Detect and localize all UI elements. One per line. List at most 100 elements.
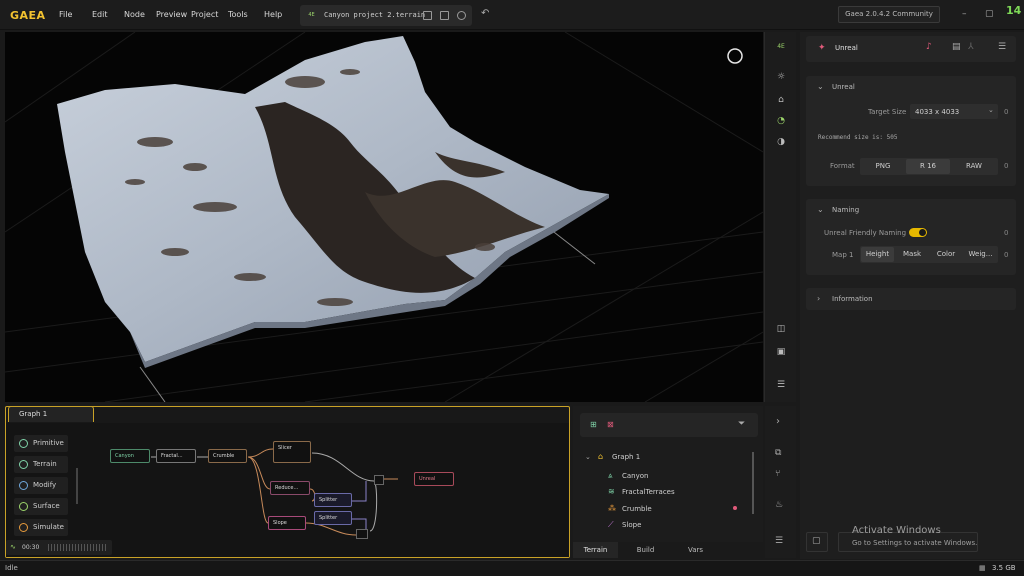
friendly-naming-toggle[interactable] [909, 228, 927, 237]
crumble-icon: ⁂ [608, 504, 616, 513]
tree-item-fractal[interactable]: FractalTerraces [622, 488, 675, 496]
slope-icon: ⟋ [608, 520, 614, 529]
map-mask[interactable]: Mask [895, 250, 929, 258]
3d-viewport[interactable] [5, 32, 763, 402]
bottom-tool-1[interactable]: ▢ [806, 532, 828, 552]
terraces-icon: ≋ [608, 487, 615, 496]
chevron-right-icon[interactable]: › [817, 294, 820, 303]
map-override[interactable]: 0 [1004, 251, 1008, 259]
viewport-menu-icon[interactable]: ☰ [774, 378, 788, 392]
tab-terrain[interactable]: Terrain [573, 542, 618, 558]
menu-file[interactable]: File [59, 10, 72, 19]
lighting-icon[interactable]: ⌂ [774, 93, 788, 107]
menu-node[interactable]: Node [124, 10, 145, 19]
format-r16[interactable]: R 16 [906, 159, 950, 174]
node-splitter-2[interactable]: Splitter [314, 511, 352, 525]
information-section[interactable]: › Information [806, 288, 1016, 310]
unreal-node-icon: ✦ [818, 43, 826, 53]
graph-canvas[interactable]: Primitive Terrain Modify Surface Simulat… [6, 423, 569, 557]
terrain-file-icon: 4E [308, 12, 315, 18]
chevron-down-icon[interactable]: ⌄ [585, 453, 591, 461]
tab-build[interactable]: Build [618, 542, 673, 558]
preview-icon[interactable]: ▤ [952, 42, 961, 52]
port-icon[interactable]: ♪ [926, 42, 932, 52]
unreal-section: ⌄ Unreal Target Size 4033 x 4033 ⌄ 0 Rec… [806, 76, 1016, 186]
node-splitter-1[interactable]: Splitter [314, 493, 352, 507]
app-logo: GAEA [10, 9, 46, 22]
minimize-icon[interactable]: – [962, 9, 967, 19]
node-canyon[interactable]: Canyon [110, 449, 150, 463]
tab-vars[interactable]: Vars [673, 542, 718, 558]
save-icon[interactable] [423, 11, 432, 20]
dropdown-icon: ⌄ [988, 106, 994, 114]
branch-icon[interactable]: ⑂ [775, 469, 780, 479]
gizmo-icon[interactable] [727, 48, 743, 64]
tree-scrollbar[interactable] [752, 452, 754, 514]
tree-item-crumble[interactable]: Crumble [622, 505, 652, 513]
expand-icon[interactable]: ⊞ [590, 420, 597, 429]
section-title: Naming [832, 206, 860, 214]
node-combine[interactable] [374, 475, 384, 485]
target-size-select[interactable]: 4033 x 4033 ⌄ [910, 104, 998, 119]
node-fractal[interactable]: Fractal... [156, 449, 196, 463]
graph-tab[interactable]: Graph 1 [8, 406, 94, 422]
status-dot [733, 506, 737, 510]
map-color[interactable]: Color [929, 250, 963, 258]
activation-hint: Go to Settings to activate Windows. [852, 539, 978, 547]
format-override[interactable]: 0 [1004, 162, 1008, 170]
list-icon[interactable]: ☰ [775, 536, 783, 546]
copy-icon[interactable]: ⧉ [775, 448, 781, 458]
memory-usage: 3.5 GB [992, 564, 1016, 572]
tree-item-slope[interactable]: Slope [622, 521, 641, 529]
undo-icon[interactable]: ↶ [481, 8, 489, 19]
contrast-icon[interactable]: ◑ [774, 135, 788, 149]
copy-icon[interactable] [440, 11, 449, 20]
tree-root[interactable]: Graph 1 [612, 453, 640, 461]
node-reduce[interactable]: Reduce... [270, 481, 310, 495]
timer-value: 00:30 [22, 544, 40, 551]
split-view-icon[interactable]: ◫ [774, 322, 788, 336]
format-png[interactable]: PNG [860, 162, 906, 170]
node-slicer[interactable]: Slicer [273, 441, 311, 463]
tree-toolbar: ⊞ ⊠ ⏷ [580, 413, 758, 437]
filter-icon[interactable]: ⏷ [738, 419, 745, 429]
maximize-icon[interactable]: ▢ [985, 9, 994, 19]
terrain-render [5, 32, 763, 402]
tree-item-canyon[interactable]: Canyon [622, 472, 648, 480]
history-icon[interactable] [457, 11, 466, 20]
format-raw[interactable]: RAW [950, 162, 998, 170]
node-mixer[interactable] [356, 529, 368, 539]
map-weight[interactable]: Weig... [963, 250, 998, 258]
sun-icon[interactable]: ☼ [774, 70, 788, 84]
target-size-override[interactable]: 0 [1004, 108, 1008, 116]
graph-folder-icon: ⌂ [598, 452, 604, 461]
terrain-view-icon[interactable]: 4E [774, 40, 788, 54]
pulse-icon: ∿ [10, 543, 16, 551]
menu-project[interactable]: Project [191, 10, 218, 19]
node-slope[interactable]: Slope [268, 516, 306, 530]
frame-icon[interactable]: ▣ [774, 345, 788, 359]
collapse-icon[interactable]: ⊠ [607, 420, 614, 429]
node-crumble[interactable]: Crumble [208, 449, 247, 463]
version-label: Gaea 2.0.4.2 Community [838, 6, 940, 23]
tree-tabs: Terrain Build Vars [573, 542, 763, 558]
format-selector: PNG R 16 RAW [860, 158, 998, 175]
color-sphere-icon[interactable]: ◔ [774, 114, 788, 128]
menu-preview[interactable]: Preview [156, 10, 187, 19]
menu-tools[interactable]: Tools [228, 10, 248, 19]
friendly-naming-label: Unreal Friendly Naming [824, 229, 907, 237]
menu-help[interactable]: Help [264, 10, 282, 19]
node-unreal[interactable]: Unreal [414, 472, 454, 486]
chevron-down-icon[interactable]: ⌄ [817, 205, 824, 214]
map-height[interactable]: Height [861, 247, 894, 262]
menu-icon[interactable]: ☰ [998, 42, 1006, 52]
friendly-naming-override[interactable]: 0 [1004, 229, 1008, 237]
bucket-icon[interactable]: ♨ [775, 500, 783, 510]
node-title: Unreal [835, 44, 858, 52]
chevron-down-icon[interactable]: ⌄ [817, 82, 824, 91]
menu-edit[interactable]: Edit [92, 10, 108, 19]
graph-link-icon[interactable]: ⅄ [968, 42, 974, 52]
chevron-right-icon[interactable]: › [776, 416, 780, 427]
frame-icon: ▢ [812, 536, 821, 546]
file-tab[interactable]: 4E Canyon project 2.terrain [300, 5, 472, 26]
